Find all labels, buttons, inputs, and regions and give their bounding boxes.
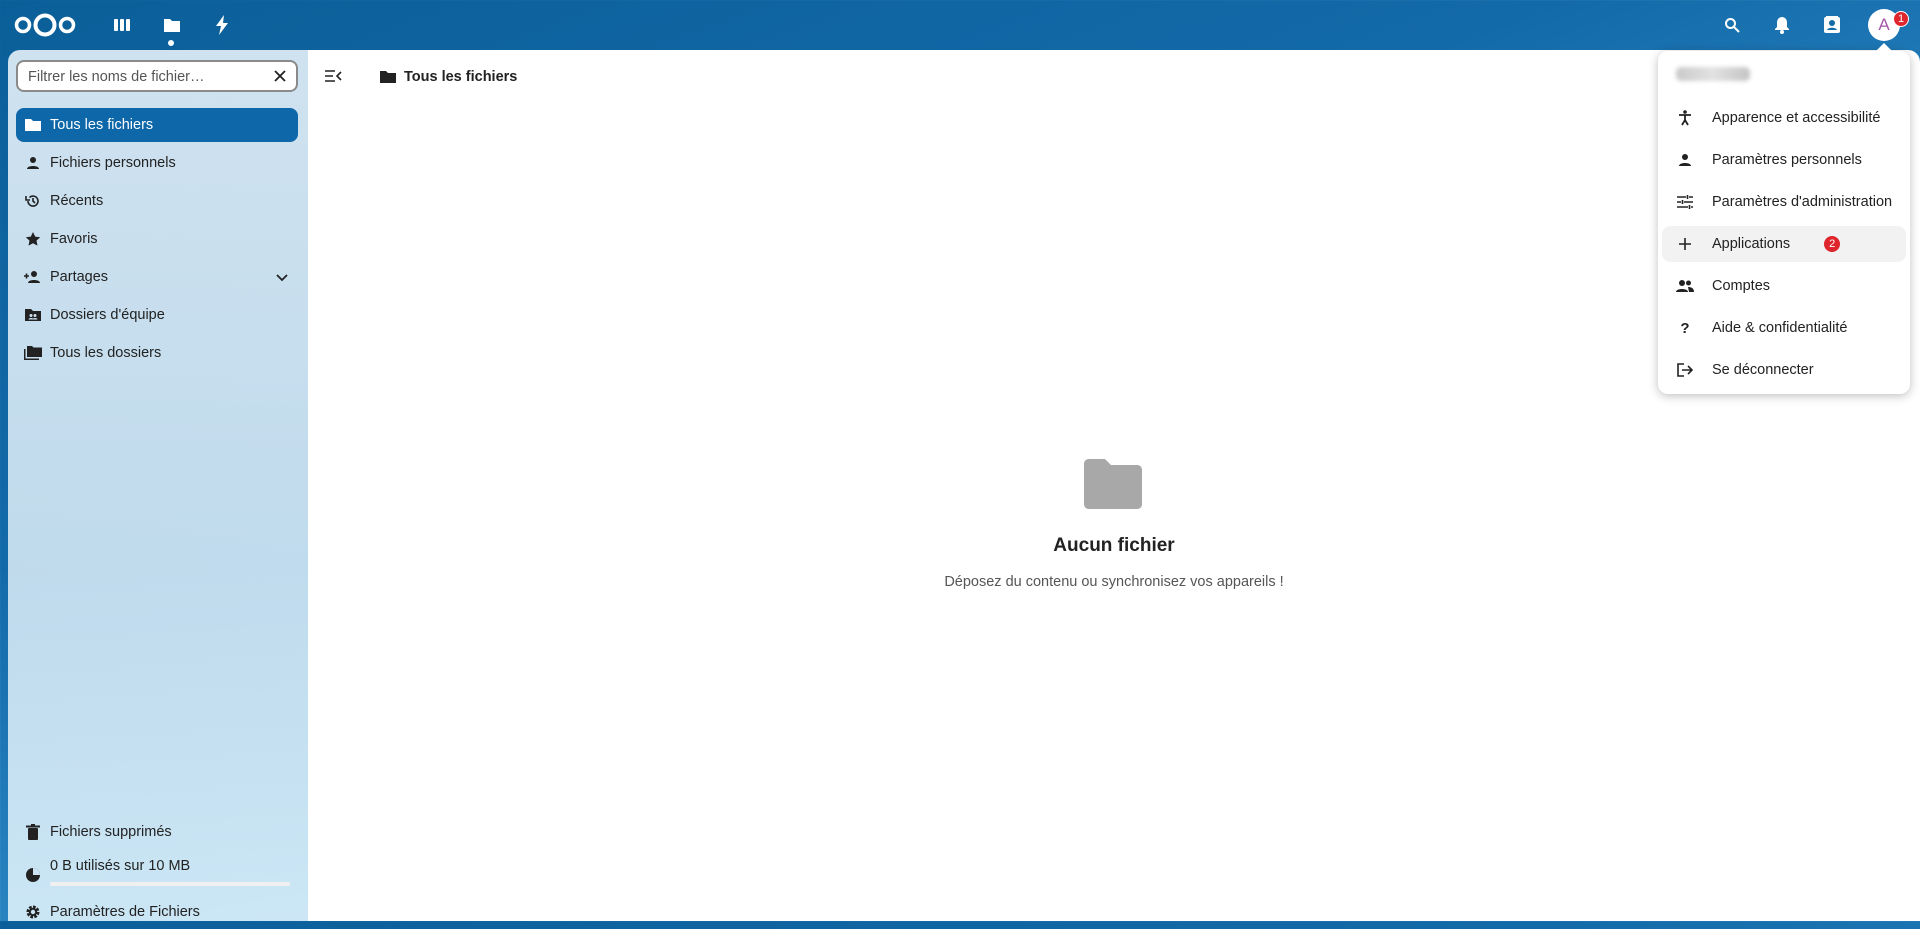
share-icon xyxy=(20,260,46,294)
lightning-icon[interactable] xyxy=(210,13,234,37)
menu-item-accounts[interactable]: Comptes xyxy=(1662,268,1906,304)
files-sidebar: Tous les fichiers Fichiers personnels Ré… xyxy=(8,50,308,921)
username-blurred xyxy=(1676,67,1750,81)
empty-folder-icon xyxy=(1084,459,1142,509)
user-menu: Apparence et accessibilité Paramètres pe… xyxy=(1658,43,1910,394)
person-icon xyxy=(1674,149,1696,171)
accounts-icon xyxy=(1674,275,1696,297)
sidebar-item-label: Fichiers supprimés xyxy=(50,824,172,840)
sidebar-item-all-folders[interactable]: Tous les dossiers xyxy=(16,336,298,370)
sidebar-item-recent[interactable]: Récents xyxy=(16,184,298,218)
sidebar-item-trash[interactable]: Fichiers supprimés xyxy=(16,815,298,849)
breadcrumb-label: Tous les fichiers xyxy=(404,69,518,85)
menu-item-label: Aide & confidentialité xyxy=(1712,320,1848,336)
chevron-down-icon[interactable] xyxy=(274,269,290,285)
sidebar-item-label: Dossiers d'équipe xyxy=(50,307,165,323)
menu-item-help[interactable]: ? Aide & confidentialité xyxy=(1662,310,1906,346)
folder-icon xyxy=(20,108,46,142)
menu-item-admin-settings[interactable]: Paramètres d'administration xyxy=(1662,184,1906,220)
sidebar-item-label: Fichiers personnels xyxy=(50,155,176,171)
empty-title: Aucun fichier xyxy=(1053,535,1175,556)
menu-item-appearance[interactable]: Apparence et accessibilité xyxy=(1662,100,1906,136)
menu-item-logout[interactable]: Se déconnecter xyxy=(1662,352,1906,388)
breadcrumb[interactable]: Tous les fichiers xyxy=(380,64,517,90)
sidebar-item-label: Paramètres de Fichiers xyxy=(50,904,200,920)
menu-item-applications[interactable]: Applications 2 xyxy=(1662,226,1906,262)
nextcloud-logo[interactable] xyxy=(14,12,76,38)
active-app-indicator xyxy=(168,40,174,46)
star-icon xyxy=(20,222,46,256)
quota-progress-bar xyxy=(50,882,290,886)
trash-icon xyxy=(20,815,46,849)
team-folder-icon xyxy=(20,298,46,332)
gear-icon xyxy=(20,895,46,929)
close-icon[interactable] xyxy=(270,66,290,86)
search-icon[interactable] xyxy=(1720,13,1744,37)
sidebar-item-all-files[interactable]: Tous les fichiers xyxy=(16,108,298,142)
sidebar-item-shares[interactable]: Partages xyxy=(16,260,298,294)
bell-icon[interactable] xyxy=(1770,13,1794,37)
menu-item-label: Paramètres d'administration xyxy=(1712,194,1893,210)
sidebar-item-files-settings[interactable]: Paramètres de Fichiers xyxy=(16,895,298,929)
accessibility-icon xyxy=(1674,107,1696,129)
sidebar-item-favorites[interactable]: Favoris xyxy=(16,222,298,256)
top-bar: A 1 xyxy=(0,0,1920,50)
tune-icon xyxy=(1674,191,1696,213)
sidebar-item-personal-files[interactable]: Fichiers personnels xyxy=(16,146,298,180)
dashboard-icon[interactable] xyxy=(110,13,134,37)
filter-input[interactable] xyxy=(26,62,270,92)
history-icon xyxy=(20,184,46,218)
pie-chart-icon xyxy=(20,862,46,888)
filter-box xyxy=(16,60,298,92)
contacts-icon[interactable] xyxy=(1820,13,1844,37)
logout-icon xyxy=(1674,359,1696,381)
menu-item-personal-settings[interactable]: Paramètres personnels xyxy=(1662,142,1906,178)
person-icon xyxy=(20,146,46,180)
toggle-navigation-icon[interactable] xyxy=(322,65,344,87)
menu-item-label: Paramètres personnels xyxy=(1712,152,1862,168)
avatar-notification-badge: 1 xyxy=(1893,11,1909,27)
menu-caret xyxy=(1876,43,1892,51)
sidebar-item-label: Récents xyxy=(50,193,104,209)
sidebar-item-label: Tous les dossiers xyxy=(50,345,162,361)
sidebar-item-label: Partages xyxy=(50,269,109,285)
menu-item-label: Applications xyxy=(1712,236,1791,252)
folder-icon xyxy=(380,71,396,83)
help-icon: ? xyxy=(1680,319,1690,337)
files-app-icon[interactable] xyxy=(160,13,184,37)
sidebar-item-team-folders[interactable]: Dossiers d'équipe xyxy=(16,298,298,332)
sidebar-item-label: Tous les fichiers xyxy=(50,117,154,133)
menu-item-label: Comptes xyxy=(1712,278,1771,294)
menu-item-label: Se déconnecter xyxy=(1712,362,1814,378)
applications-badge: 2 xyxy=(1824,236,1841,252)
quota-info[interactable]: 0 B utilisés sur 10 MB xyxy=(16,854,298,882)
plus-icon xyxy=(1674,233,1696,255)
quota-label: 0 B utilisés sur 10 MB xyxy=(50,858,191,874)
folders-icon xyxy=(20,336,46,370)
empty-description: Déposez du contenu ou synchronisez vos a… xyxy=(944,574,1284,590)
sidebar-item-label: Favoris xyxy=(50,231,98,247)
menu-item-label: Apparence et accessibilité xyxy=(1712,110,1881,126)
